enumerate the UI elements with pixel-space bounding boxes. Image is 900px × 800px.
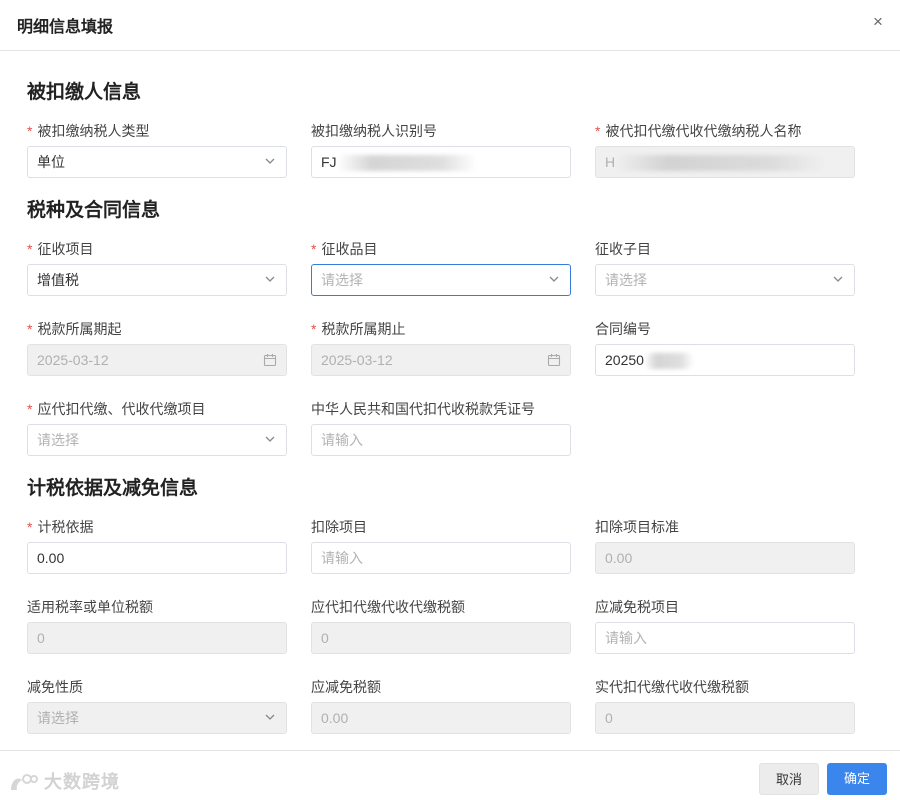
- period-start-label: * 税款所属期起: [27, 321, 122, 337]
- exempt-nature-select: 请选择: [27, 702, 287, 734]
- withhold-item-label: * 应代扣代缴、代收代缴项目: [27, 401, 206, 417]
- collect-sub-placeholder: 请选择: [605, 272, 647, 288]
- confirm-button[interactable]: 确定: [827, 763, 887, 795]
- exempt-amount-input: 0.00: [311, 702, 571, 734]
- calendar-icon: [547, 354, 561, 367]
- should-withhold-value: 0: [321, 630, 329, 646]
- period-start-date: 2025-03-12: [27, 344, 287, 376]
- payer-id-input[interactable]: FJ: [311, 146, 571, 178]
- chevron-down-icon: [265, 436, 275, 442]
- voucher-no-label: 中华人民共和国代扣代收税款凭证号: [311, 401, 535, 417]
- required-mark: *: [595, 123, 601, 139]
- actual-withhold-label: 实代扣代缴代收代缴税额: [595, 679, 749, 695]
- chevron-down-icon: [549, 276, 559, 282]
- chevron-down-icon: [265, 276, 275, 282]
- actual-withhold-input: 0: [595, 702, 855, 734]
- section-title-payer: 被扣缴人信息: [27, 82, 142, 103]
- collect-item-select[interactable]: 增值税: [27, 264, 287, 296]
- payer-name-value: H: [605, 154, 616, 170]
- tax-rate-value: 0: [37, 630, 45, 646]
- deduct-item-input[interactable]: 请输入: [311, 542, 571, 574]
- tax-rate-input: 0: [27, 622, 287, 654]
- payer-type-label: * 被扣缴纳税人类型: [27, 123, 150, 139]
- period-start-value: 2025-03-12: [37, 352, 109, 368]
- should-withhold-label: 应代扣代缴代收代缴税额: [311, 599, 465, 615]
- close-icon[interactable]: ×: [868, 12, 888, 32]
- collect-sub-select[interactable]: 请选择: [595, 264, 855, 296]
- exempt-nature-label: 减免性质: [27, 679, 83, 695]
- withhold-item-select[interactable]: 请选择: [27, 424, 287, 456]
- chevron-down-icon: [833, 276, 843, 282]
- dialog-title: 明细信息填报: [17, 19, 114, 36]
- period-end-label: * 税款所属期止: [311, 321, 406, 337]
- exempt-item-input[interactable]: 请输入: [595, 622, 855, 654]
- deduct-standard-value: 0.00: [605, 550, 633, 566]
- deduct-standard-label: 扣除项目标准: [595, 519, 679, 535]
- period-end-value: 2025-03-12: [321, 352, 393, 368]
- payer-id-label: 被扣缴纳税人识别号: [311, 123, 437, 139]
- collect-sub-label: 征收子目: [595, 241, 651, 257]
- deduct-item-placeholder: 请输入: [321, 550, 363, 566]
- contract-no-label: 合同编号: [595, 321, 651, 337]
- deduct-item-label: 扣除项目: [311, 519, 367, 535]
- exempt-nature-placeholder: 请选择: [37, 710, 79, 726]
- section-title-basis: 计税依据及减免信息: [27, 478, 199, 499]
- contract-no-value: 20250: [605, 352, 644, 368]
- payer-type-value: 单位: [37, 154, 65, 170]
- chevron-down-icon: [265, 714, 275, 720]
- tax-rate-label: 适用税率或单位税额: [27, 599, 153, 615]
- watermark: 大数跨境: [8, 768, 120, 794]
- calendar-icon: [263, 354, 277, 367]
- redacted-blur: [336, 155, 477, 172]
- contract-no-input[interactable]: 20250: [595, 344, 855, 376]
- required-mark: *: [27, 123, 33, 139]
- tax-basis-label: * 计税依据: [27, 519, 94, 535]
- redacted-blur: [643, 353, 694, 370]
- required-mark: *: [27, 241, 33, 257]
- exempt-item-placeholder: 请输入: [605, 630, 647, 646]
- payer-id-value: FJ: [321, 154, 337, 170]
- section-title-tax: 税种及合同信息: [27, 200, 161, 221]
- exempt-amount-label: 应减免税额: [311, 679, 381, 695]
- required-mark: *: [311, 241, 317, 257]
- required-mark: *: [27, 321, 33, 337]
- cancel-button[interactable]: 取消: [759, 763, 819, 795]
- tax-basis-input[interactable]: 0.00: [27, 542, 287, 574]
- redacted-blur: [615, 155, 826, 172]
- actual-withhold-value: 0: [605, 710, 613, 726]
- voucher-no-input[interactable]: 请输入: [311, 424, 571, 456]
- payer-name-input: H: [595, 146, 855, 178]
- dialog-header: 明细信息填报 ×: [0, 0, 900, 51]
- deduct-standard-input: 0.00: [595, 542, 855, 574]
- voucher-no-placeholder: 请输入: [321, 432, 363, 448]
- collect-category-label: * 征收品目: [311, 241, 378, 257]
- required-mark: *: [27, 401, 33, 417]
- collect-item-label: * 征收项目: [27, 241, 94, 257]
- payer-name-label: * 被代扣代缴代收代缴纳税人名称: [595, 123, 802, 139]
- collect-category-placeholder: 请选择: [321, 272, 363, 288]
- detail-form-dialog: 明细信息填报 × 被扣缴人信息 * 被扣缴纳税人类型 单位 被扣缴纳税人识别号 F…: [0, 0, 900, 800]
- chevron-down-icon: [265, 158, 275, 164]
- exempt-amount-value: 0.00: [321, 710, 349, 726]
- brand-logo-icon: [11, 774, 38, 791]
- period-end-date: 2025-03-12: [311, 344, 571, 376]
- watermark-text: 大数跨境: [44, 772, 120, 792]
- exempt-item-label: 应减免税项目: [595, 599, 679, 615]
- collect-category-select[interactable]: 请选择: [311, 264, 571, 296]
- withhold-item-placeholder: 请选择: [37, 432, 79, 448]
- required-mark: *: [311, 321, 317, 337]
- should-withhold-input: 0: [311, 622, 571, 654]
- payer-type-select[interactable]: 单位: [27, 146, 287, 178]
- required-mark: *: [27, 519, 33, 535]
- tax-basis-value: 0.00: [37, 550, 65, 566]
- collect-item-value: 增值税: [37, 272, 79, 288]
